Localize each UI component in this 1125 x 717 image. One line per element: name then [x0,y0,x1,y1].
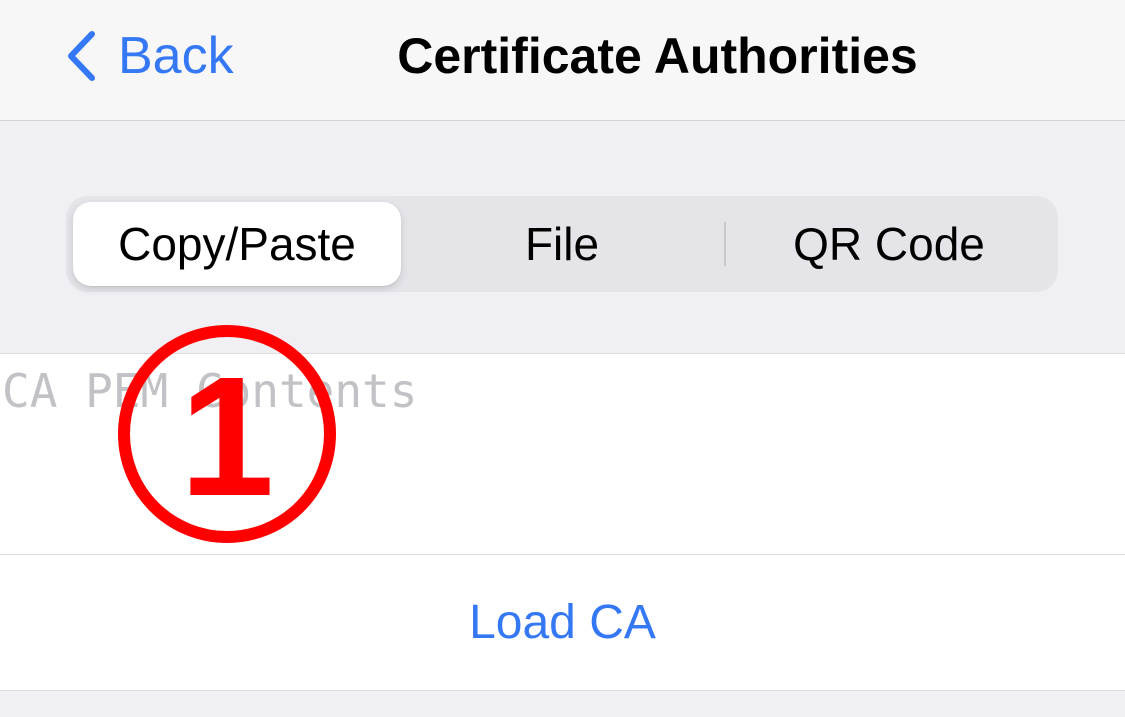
load-ca-button[interactable]: Load CA [0,555,1125,690]
load-ca-label: Load CA [469,596,656,649]
ca-pem-contents-input[interactable] [0,354,1125,554]
segment-label: File [524,218,600,270]
segment-label: QR Code [793,218,985,270]
source-segmented-control: Copy/Paste File QR Code [66,196,1058,292]
segment-label: Copy/Paste [118,218,356,270]
page-title: Certificate Authorities [397,28,918,84]
segment-file[interactable]: File [401,202,723,286]
navigation-bar: Back Certificate Authorities [0,0,1125,121]
segment-copy-paste[interactable]: Copy/Paste [73,202,401,286]
form-group: Load CA [0,353,1125,691]
segment-qr-code[interactable]: QR Code [726,202,1052,286]
